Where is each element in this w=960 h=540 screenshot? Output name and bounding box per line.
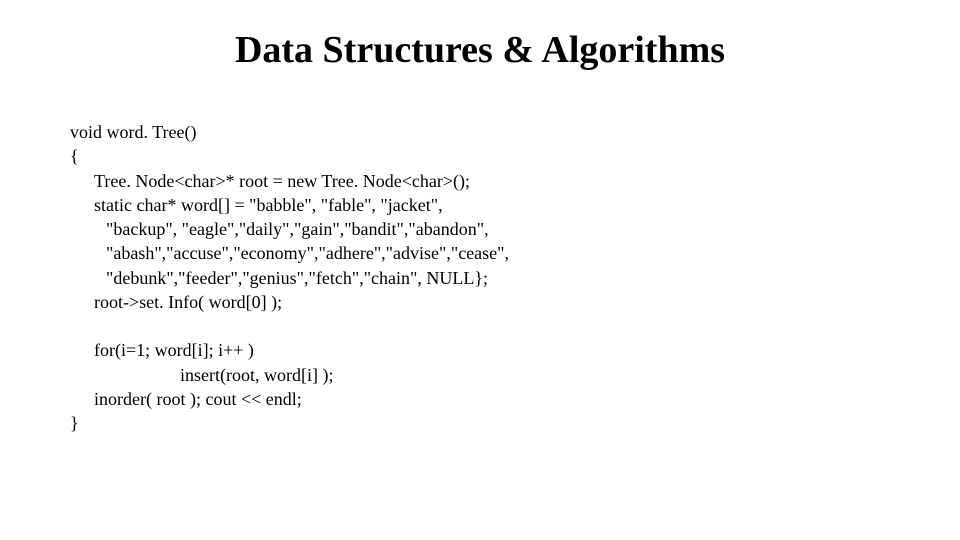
- code-block: void word. Tree() { Tree. Node<char>* ro…: [70, 120, 890, 436]
- code-line: "debunk","feeder","genius","fetch","chai…: [106, 266, 890, 290]
- slide-title: Data Structures & Algorithms: [70, 28, 890, 72]
- code-line: void word. Tree(): [70, 120, 890, 144]
- code-line: Tree. Node<char>* root = new Tree. Node<…: [94, 169, 890, 193]
- code-line: static char* word[] = "babble", "fable",…: [94, 193, 890, 217]
- code-line: {: [70, 144, 890, 168]
- code-line: }: [70, 411, 890, 435]
- code-line: inorder( root ); cout << endl;: [94, 387, 890, 411]
- code-line: "backup", "eagle","daily","gain","bandit…: [106, 217, 890, 241]
- code-line: for(i=1; word[i]; i++ ): [94, 338, 890, 362]
- code-line: "abash","accuse","economy","adhere","adv…: [106, 241, 890, 265]
- slide: Data Structures & Algorithms void word. …: [0, 0, 960, 540]
- code-line: insert(root, word[i] );: [180, 363, 890, 387]
- blank-line: [70, 314, 890, 338]
- code-line: root->set. Info( word[0] );: [94, 290, 890, 314]
